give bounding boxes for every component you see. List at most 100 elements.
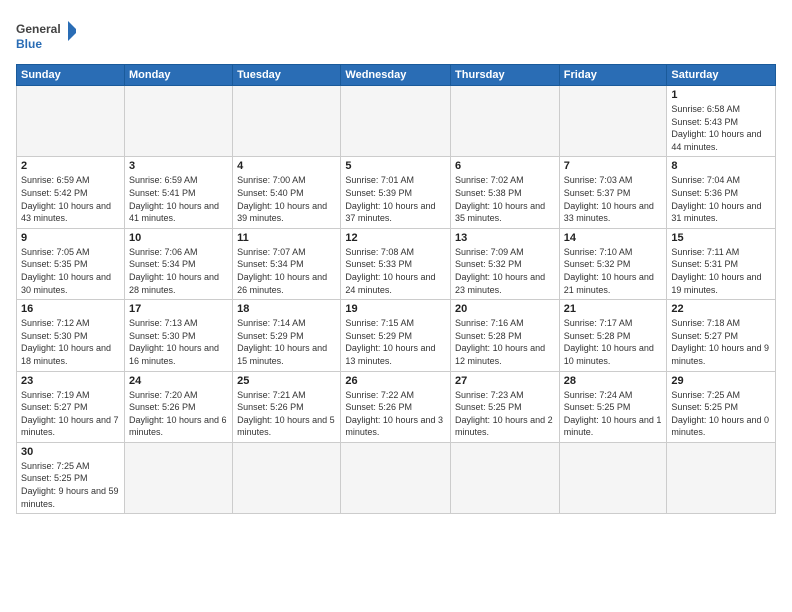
svg-text:Blue: Blue xyxy=(16,37,42,51)
day-number: 5 xyxy=(345,160,446,172)
day-info: Sunrise: 6:58 AM Sunset: 5:43 PM Dayligh… xyxy=(671,103,771,153)
day-info: Sunrise: 7:13 AM Sunset: 5:30 PM Dayligh… xyxy=(129,317,228,367)
calendar-cell: 2Sunrise: 6:59 AM Sunset: 5:42 PM Daylig… xyxy=(17,157,125,228)
calendar-cell: 22 Sunrise: 7:18 AM Sunset: 5:27 PM Dayli… xyxy=(667,300,776,371)
weekday-header-wednesday: Wednesday xyxy=(341,65,451,86)
day-info: Sunrise: 7:05 AM Sunset: 5:35 PM Dayligh… xyxy=(21,246,120,296)
day-number: 28 xyxy=(564,375,663,387)
calendar-cell: 25Sunrise: 7:21 AM Sunset: 5:26 PM Dayli… xyxy=(233,371,341,442)
logo-svg: General Blue xyxy=(16,16,76,56)
day-number: 18 xyxy=(237,303,336,315)
calendar-cell: 3Sunrise: 6:59 AM Sunset: 5:41 PM Daylig… xyxy=(124,157,232,228)
calendar-cell xyxy=(559,86,667,157)
calendar-table: SundayMondayTuesdayWednesdayThursdayFrid… xyxy=(16,64,776,514)
day-number: 1 xyxy=(671,89,771,101)
calendar-cell: 21 Sunrise: 7:17 AM Sunset: 5:28 PM Dayli… xyxy=(559,300,667,371)
calendar-week-5: 23 Sunrise: 7:19 AM Sunset: 5:27 PM Dayli… xyxy=(17,371,776,442)
calendar-cell xyxy=(341,442,451,513)
calendar-cell xyxy=(17,86,125,157)
calendar-cell: 19Sunrise: 7:15 AM Sunset: 5:29 PM Dayli… xyxy=(341,300,451,371)
day-number: 16 xyxy=(21,303,120,315)
calendar-cell xyxy=(341,86,451,157)
calendar-cell: 17Sunrise: 7:13 AM Sunset: 5:30 PM Dayli… xyxy=(124,300,232,371)
day-info: Sunrise: 7:22 AM Sunset: 5:26 PM Dayligh… xyxy=(345,389,446,439)
calendar-cell xyxy=(233,442,341,513)
day-number: 7 xyxy=(564,160,663,172)
day-info: Sunrise: 7:25 AM Sunset: 5:25 PM Dayligh… xyxy=(671,389,771,439)
day-info: Sunrise: 7:19 AM Sunset: 5:27 PM Dayligh… xyxy=(21,389,120,439)
day-number: 13 xyxy=(455,232,555,244)
calendar-cell xyxy=(124,442,232,513)
calendar-cell: 12Sunrise: 7:08 AM Sunset: 5:33 PM Dayli… xyxy=(341,228,451,299)
calendar-cell: 23 Sunrise: 7:19 AM Sunset: 5:27 PM Dayli… xyxy=(17,371,125,442)
calendar-cell: 29Sunrise: 7:25 AM Sunset: 5:25 PM Dayli… xyxy=(667,371,776,442)
calendar-cell xyxy=(233,86,341,157)
day-info: Sunrise: 7:24 AM Sunset: 5:25 PM Dayligh… xyxy=(564,389,663,439)
calendar-cell xyxy=(451,86,560,157)
calendar-cell xyxy=(667,442,776,513)
day-info: Sunrise: 7:17 AM Sunset: 5:28 PM Dayligh… xyxy=(564,317,663,367)
day-number: 24 xyxy=(129,375,228,387)
calendar-week-2: 2Sunrise: 6:59 AM Sunset: 5:42 PM Daylig… xyxy=(17,157,776,228)
calendar-week-4: 16 Sunrise: 7:12 AM Sunset: 5:30 PM Dayli… xyxy=(17,300,776,371)
calendar-cell: 26 Sunrise: 7:22 AM Sunset: 5:26 PM Dayli… xyxy=(341,371,451,442)
calendar-cell: 1 Sunrise: 6:58 AM Sunset: 5:43 PM Daylig… xyxy=(667,86,776,157)
day-info: Sunrise: 7:21 AM Sunset: 5:26 PM Dayligh… xyxy=(237,389,336,439)
day-number: 2 xyxy=(21,160,120,172)
day-info: Sunrise: 7:12 AM Sunset: 5:30 PM Dayligh… xyxy=(21,317,120,367)
day-number: 14 xyxy=(564,232,663,244)
day-number: 27 xyxy=(455,375,555,387)
day-number: 20 xyxy=(455,303,555,315)
calendar-cell: 6 Sunrise: 7:02 AM Sunset: 5:38 PM Daylig… xyxy=(451,157,560,228)
calendar-cell: 14 Sunrise: 7:10 AM Sunset: 5:32 PM Dayli… xyxy=(559,228,667,299)
day-number: 30 xyxy=(21,446,120,458)
day-number: 6 xyxy=(455,160,555,172)
calendar-week-1: 1 Sunrise: 6:58 AM Sunset: 5:43 PM Daylig… xyxy=(17,86,776,157)
logo: General Blue xyxy=(16,16,76,56)
day-number: 21 xyxy=(564,303,663,315)
day-info: Sunrise: 7:25 AM Sunset: 5:25 PM Dayligh… xyxy=(21,460,120,510)
weekday-header-monday: Monday xyxy=(124,65,232,86)
day-info: Sunrise: 7:08 AM Sunset: 5:33 PM Dayligh… xyxy=(345,246,446,296)
day-info: Sunrise: 7:04 AM Sunset: 5:36 PM Dayligh… xyxy=(671,174,771,224)
day-info: Sunrise: 7:02 AM Sunset: 5:38 PM Dayligh… xyxy=(455,174,555,224)
calendar-cell: 18Sunrise: 7:14 AM Sunset: 5:29 PM Dayli… xyxy=(233,300,341,371)
day-number: 26 xyxy=(345,375,446,387)
day-info: Sunrise: 7:16 AM Sunset: 5:28 PM Dayligh… xyxy=(455,317,555,367)
calendar-cell xyxy=(124,86,232,157)
calendar-cell: 9 Sunrise: 7:05 AM Sunset: 5:35 PM Daylig… xyxy=(17,228,125,299)
weekday-header-tuesday: Tuesday xyxy=(233,65,341,86)
calendar-cell: 8 Sunrise: 7:04 AM Sunset: 5:36 PM Daylig… xyxy=(667,157,776,228)
day-number: 8 xyxy=(671,160,771,172)
calendar-cell: 28 Sunrise: 7:24 AM Sunset: 5:25 PM Dayli… xyxy=(559,371,667,442)
weekday-header-friday: Friday xyxy=(559,65,667,86)
day-info: Sunrise: 7:20 AM Sunset: 5:26 PM Dayligh… xyxy=(129,389,228,439)
day-number: 15 xyxy=(671,232,771,244)
weekday-header-row: SundayMondayTuesdayWednesdayThursdayFrid… xyxy=(17,65,776,86)
calendar-cell: 24 Sunrise: 7:20 AM Sunset: 5:26 PM Dayli… xyxy=(124,371,232,442)
day-number: 3 xyxy=(129,160,228,172)
day-info: Sunrise: 7:06 AM Sunset: 5:34 PM Dayligh… xyxy=(129,246,228,296)
day-info: Sunrise: 7:11 AM Sunset: 5:31 PM Dayligh… xyxy=(671,246,771,296)
calendar-cell: 20 Sunrise: 7:16 AM Sunset: 5:28 PM Dayli… xyxy=(451,300,560,371)
calendar-week-6: 30 Sunrise: 7:25 AM Sunset: 5:25 PM Dayli… xyxy=(17,442,776,513)
day-number: 22 xyxy=(671,303,771,315)
day-number: 9 xyxy=(21,232,120,244)
calendar-week-3: 9 Sunrise: 7:05 AM Sunset: 5:35 PM Daylig… xyxy=(17,228,776,299)
calendar-cell: 30 Sunrise: 7:25 AM Sunset: 5:25 PM Dayli… xyxy=(17,442,125,513)
calendar-cell: 16 Sunrise: 7:12 AM Sunset: 5:30 PM Dayli… xyxy=(17,300,125,371)
day-number: 4 xyxy=(237,160,336,172)
calendar-cell xyxy=(559,442,667,513)
weekday-header-sunday: Sunday xyxy=(17,65,125,86)
calendar-cell: 27Sunrise: 7:23 AM Sunset: 5:25 PM Dayli… xyxy=(451,371,560,442)
day-info: Sunrise: 7:00 AM Sunset: 5:40 PM Dayligh… xyxy=(237,174,336,224)
calendar-cell: 7Sunrise: 7:03 AM Sunset: 5:37 PM Daylig… xyxy=(559,157,667,228)
calendar-cell: 4 Sunrise: 7:00 AM Sunset: 5:40 PM Daylig… xyxy=(233,157,341,228)
calendar-cell: 15 Sunrise: 7:11 AM Sunset: 5:31 PM Dayli… xyxy=(667,228,776,299)
day-number: 23 xyxy=(21,375,120,387)
day-number: 11 xyxy=(237,232,336,244)
day-info: Sunrise: 7:18 AM Sunset: 5:27 PM Dayligh… xyxy=(671,317,771,367)
calendar-cell xyxy=(451,442,560,513)
day-number: 10 xyxy=(129,232,228,244)
day-info: Sunrise: 7:10 AM Sunset: 5:32 PM Dayligh… xyxy=(564,246,663,296)
